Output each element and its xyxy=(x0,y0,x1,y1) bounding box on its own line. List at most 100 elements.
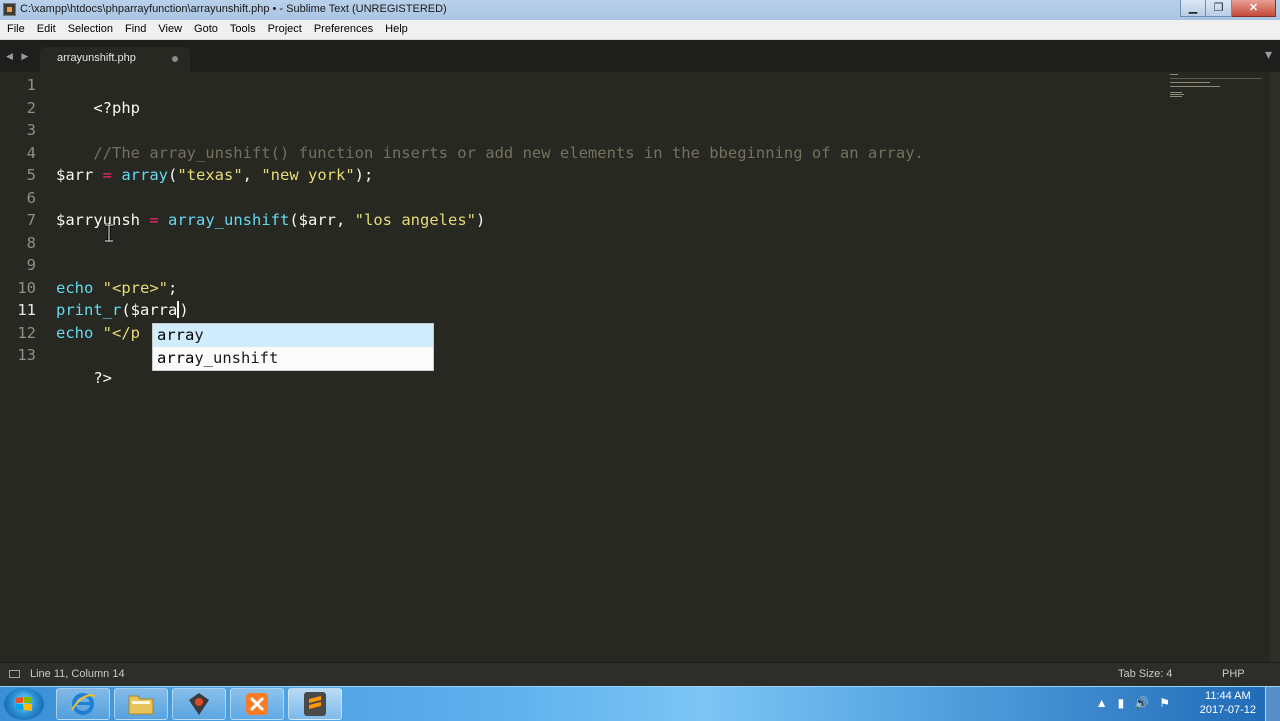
completion-text: y_unshift xyxy=(194,349,279,367)
tab-label: arrayunshift.php xyxy=(57,52,136,64)
sublime-app-icon xyxy=(3,3,16,16)
clock-time: 11:44 AM xyxy=(1205,690,1251,702)
line-number: 12 xyxy=(17,323,36,342)
punctuation: ( xyxy=(168,166,178,184)
start-button[interactable] xyxy=(4,688,44,720)
string-literal: "los angeles" xyxy=(354,211,476,229)
xampp-icon xyxy=(246,693,268,715)
string-literal: "texas" xyxy=(177,166,243,184)
taskbar-xampp[interactable] xyxy=(230,688,284,720)
code-line-7: $arryunsh = array_unshift($arr, "los ang… xyxy=(56,209,485,232)
title-bar: C:\xampp\htdocs\phparrayfunction\arrayun… xyxy=(0,0,1280,21)
keyword: echo xyxy=(56,278,94,297)
line-number: 6 xyxy=(26,188,36,207)
vertical-scrollbar[interactable] xyxy=(1270,72,1280,662)
function-name: print_r xyxy=(56,301,122,319)
punctuation: ) xyxy=(179,301,189,319)
window-controls: ▁ ❐ ✕ xyxy=(1180,0,1276,18)
volume-icon[interactable]: 🔊 xyxy=(1134,696,1149,710)
completion-text: y xyxy=(194,326,204,344)
autocomplete-popup: array array_unshift xyxy=(152,323,434,371)
operator: = xyxy=(93,166,122,184)
match-text: arra xyxy=(157,349,195,367)
tab-menu-icon[interactable]: ▾ xyxy=(1265,46,1272,63)
minimap[interactable] xyxy=(1168,72,1268,112)
menu-find[interactable]: Find xyxy=(119,20,152,39)
string-literal: "new york" xyxy=(261,166,355,184)
code-line-11: print_r($arra) xyxy=(56,299,189,322)
line-number: 1 xyxy=(26,76,36,94)
minimap-line xyxy=(1170,92,1182,93)
windows-taskbar: ▲ ▮ 🔊 ⚑ 11:44 AM 2017-07-12 xyxy=(0,686,1280,721)
line-number: 13 xyxy=(17,346,36,364)
php-open-tag: <?php xyxy=(93,98,140,117)
menu-goto[interactable]: Goto xyxy=(188,20,224,39)
minimize-button[interactable]: ▁ xyxy=(1180,0,1206,17)
system-tray: ▲ ▮ 🔊 ⚑ xyxy=(1096,696,1170,710)
line-number-gutter: 1 2 3 4 5 6 7 8 9 10 11 12 13 xyxy=(0,72,48,662)
sublime-text-icon xyxy=(304,692,326,716)
line-number: 10 xyxy=(17,278,36,297)
panel-toggle-icon[interactable] xyxy=(9,670,20,678)
code-comment: //The array_unshift() function inserts o… xyxy=(93,143,924,162)
tab-nav-arrows-icon[interactable]: ◀ ▶ xyxy=(6,51,31,62)
menu-selection[interactable]: Selection xyxy=(62,20,119,39)
maximize-button[interactable]: ❐ xyxy=(1206,0,1232,17)
keyword: echo xyxy=(56,323,94,342)
function-name: array xyxy=(121,166,168,184)
menu-bar: File Edit Selection Find View Goto Tools… xyxy=(0,20,1280,40)
folder-icon xyxy=(128,695,154,715)
line-number: 5 xyxy=(26,166,36,184)
variable: $arr xyxy=(298,211,336,229)
menu-edit[interactable]: Edit xyxy=(31,20,62,39)
menu-help[interactable]: Help xyxy=(379,20,414,39)
string-literal: "</p xyxy=(102,323,140,342)
menu-preferences[interactable]: Preferences xyxy=(308,20,379,39)
unsaved-dot-icon[interactable] xyxy=(172,56,178,62)
variable: $arr xyxy=(56,166,94,184)
function-name: array_unshift xyxy=(168,211,290,229)
punctuation: , xyxy=(242,166,262,184)
show-hidden-icons-icon[interactable]: ▲ xyxy=(1096,696,1108,710)
code-line-1: <?php xyxy=(56,74,140,117)
match-text: arra xyxy=(157,326,195,344)
code-line-12: echo "</p xyxy=(56,322,140,345)
autocomplete-option[interactable]: array_unshift xyxy=(153,347,433,370)
minimap-line xyxy=(1170,94,1184,95)
code-line-13: ?> xyxy=(56,344,112,387)
code-line-3: //The array_unshift() function inserts o… xyxy=(56,119,924,162)
punctuation: ); xyxy=(354,166,374,184)
network-icon[interactable]: ▮ xyxy=(1118,696,1125,710)
variable: $arra xyxy=(130,301,178,319)
menu-view[interactable]: View xyxy=(152,20,188,39)
show-desktop-button[interactable] xyxy=(1265,687,1280,721)
operator: = xyxy=(140,211,168,229)
clock-date: 2017-07-12 xyxy=(1199,704,1256,716)
minimap-line xyxy=(1170,86,1220,87)
punctuation: ( xyxy=(289,211,299,229)
close-button[interactable]: ✕ xyxy=(1232,0,1276,17)
taskbar-file-explorer[interactable] xyxy=(114,688,168,720)
line-number: 4 xyxy=(26,143,36,162)
tab-size-indicator[interactable]: Tab Size: 4 xyxy=(1118,668,1172,680)
system-clock[interactable]: 11:44 AM 2017-07-12 xyxy=(1200,689,1256,717)
cursor-position: Line 11, Column 14 xyxy=(30,668,125,680)
syntax-indicator[interactable]: PHP xyxy=(1222,668,1245,680)
menu-project[interactable]: Project xyxy=(262,20,308,39)
menu-tools[interactable]: Tools xyxy=(224,20,262,39)
taskbar-sublime-text[interactable] xyxy=(288,688,342,720)
taskbar-app-tool[interactable] xyxy=(172,688,226,720)
taskbar-internet-explorer[interactable] xyxy=(56,688,110,720)
minimap-line xyxy=(1170,74,1178,75)
window-title: C:\xampp\htdocs\phparrayfunction\arrayun… xyxy=(20,3,447,15)
line-number: 3 xyxy=(26,121,36,139)
minimap-line xyxy=(1170,78,1262,79)
line-number-current: 11 xyxy=(17,301,36,319)
menu-file[interactable]: File xyxy=(0,20,31,39)
autocomplete-option-selected[interactable]: array xyxy=(153,324,433,347)
action-center-icon[interactable]: ⚑ xyxy=(1159,696,1170,710)
punctuation: ( xyxy=(121,301,131,319)
tab-arrayunshift[interactable]: arrayunshift.php xyxy=(40,47,190,72)
